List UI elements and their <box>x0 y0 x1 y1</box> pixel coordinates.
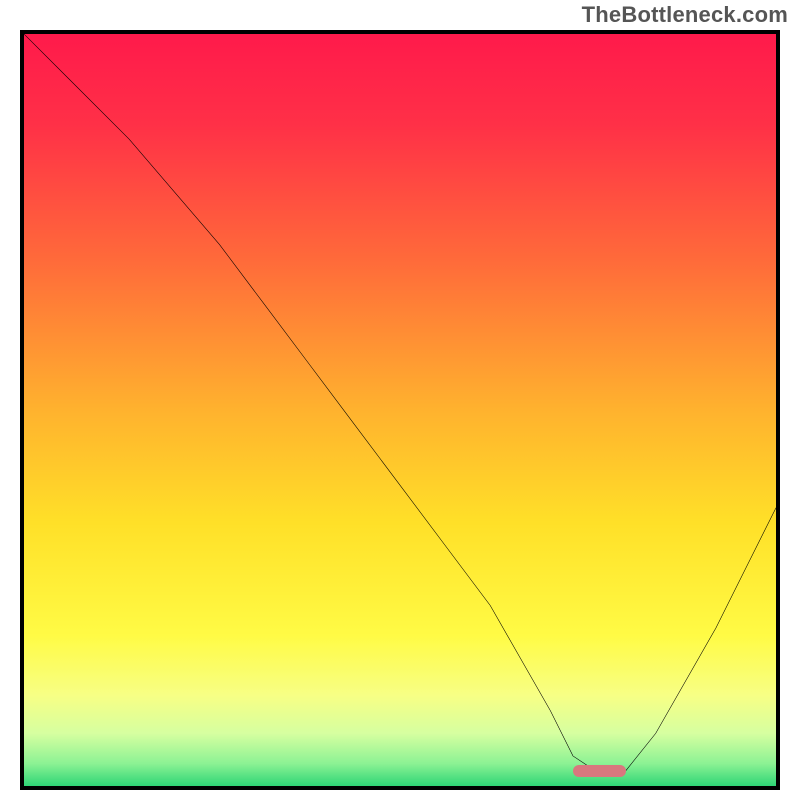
optimal-range-marker <box>573 765 626 777</box>
plot-frame <box>20 30 780 790</box>
watermark-text: TheBottleneck.com <box>582 2 788 28</box>
bottleneck-curve <box>24 34 776 786</box>
